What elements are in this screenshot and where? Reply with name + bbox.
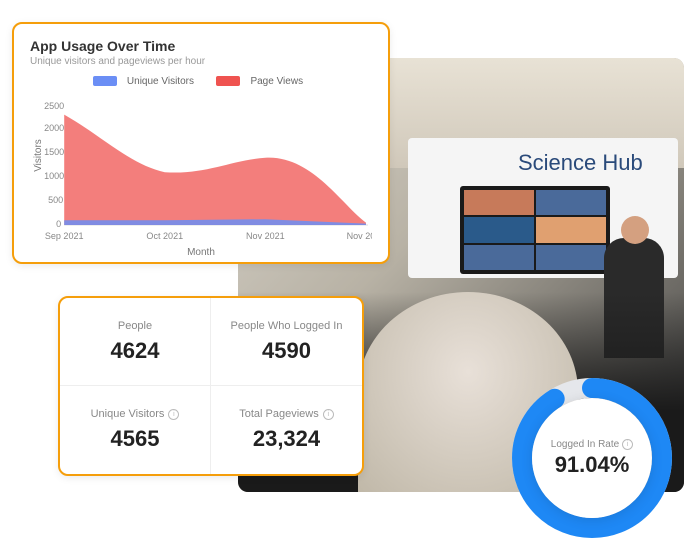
stat-label: People Who Logged In xyxy=(231,320,343,332)
stat-logged-in: People Who Logged In 4590 xyxy=(211,298,362,386)
svg-text:Sep 2021: Sep 2021 xyxy=(45,231,84,241)
donut-center: Logged In Ratei 91.04% xyxy=(532,398,652,518)
svg-text:2500: 2500 xyxy=(44,101,64,111)
y-axis-label: Visitors xyxy=(33,139,44,172)
chart-card: App Usage Over Time Unique visitors and … xyxy=(12,22,390,264)
stat-value: 4565 xyxy=(111,426,160,452)
stat-value: 4590 xyxy=(262,338,311,364)
stat-label: Total Pageviewsi xyxy=(239,408,334,420)
info-icon[interactable]: i xyxy=(168,409,179,420)
chart-legend: Unique Visitors Page Views xyxy=(30,73,372,91)
hub-label: Science Hub xyxy=(518,150,643,176)
stat-people: People 4624 xyxy=(60,298,211,386)
info-icon[interactable]: i xyxy=(323,409,334,420)
svg-text:500: 500 xyxy=(48,195,63,205)
svg-text:Nov 2021: Nov 2021 xyxy=(347,231,372,241)
svg-text:1500: 1500 xyxy=(44,147,64,157)
svg-text:Oct 2021: Oct 2021 xyxy=(146,231,183,241)
svg-text:0: 0 xyxy=(56,219,61,229)
stat-label: Unique Visitorsi xyxy=(91,408,180,420)
x-axis-label: Month xyxy=(30,247,372,258)
info-icon[interactable]: i xyxy=(622,439,633,450)
stat-value: 4624 xyxy=(111,338,160,364)
legend-swatch-unique-visitors xyxy=(93,76,117,86)
chart-subtitle: Unique visitors and pageviews per hour xyxy=(30,56,372,67)
svg-text:2000: 2000 xyxy=(44,123,64,133)
legend-label: Page Views xyxy=(250,76,303,87)
legend-label: Unique Visitors xyxy=(127,76,194,87)
stat-unique-visitors: Unique Visitorsi 4565 xyxy=(60,386,211,474)
stat-label: People xyxy=(118,320,152,332)
stat-total-pageviews: Total Pageviewsi 23,324 xyxy=(211,386,362,474)
chart-title: App Usage Over Time xyxy=(30,38,372,54)
stats-card: People 4624 People Who Logged In 4590 Un… xyxy=(58,296,364,476)
donut-label: Logged In Rate xyxy=(551,439,619,450)
stat-value: 23,324 xyxy=(253,426,320,452)
chart-plot: Visitors 0 500 1000 1500 2000 2500 Sep 2… xyxy=(30,95,372,245)
donut-value: 91.04% xyxy=(555,452,630,478)
series-page-views-area xyxy=(64,115,366,225)
legend-swatch-page-views xyxy=(216,76,240,86)
donut-chart: Logged In Ratei 91.04% xyxy=(508,374,676,542)
svg-text:Nov 2021: Nov 2021 xyxy=(246,231,285,241)
svg-text:1000: 1000 xyxy=(44,171,64,181)
